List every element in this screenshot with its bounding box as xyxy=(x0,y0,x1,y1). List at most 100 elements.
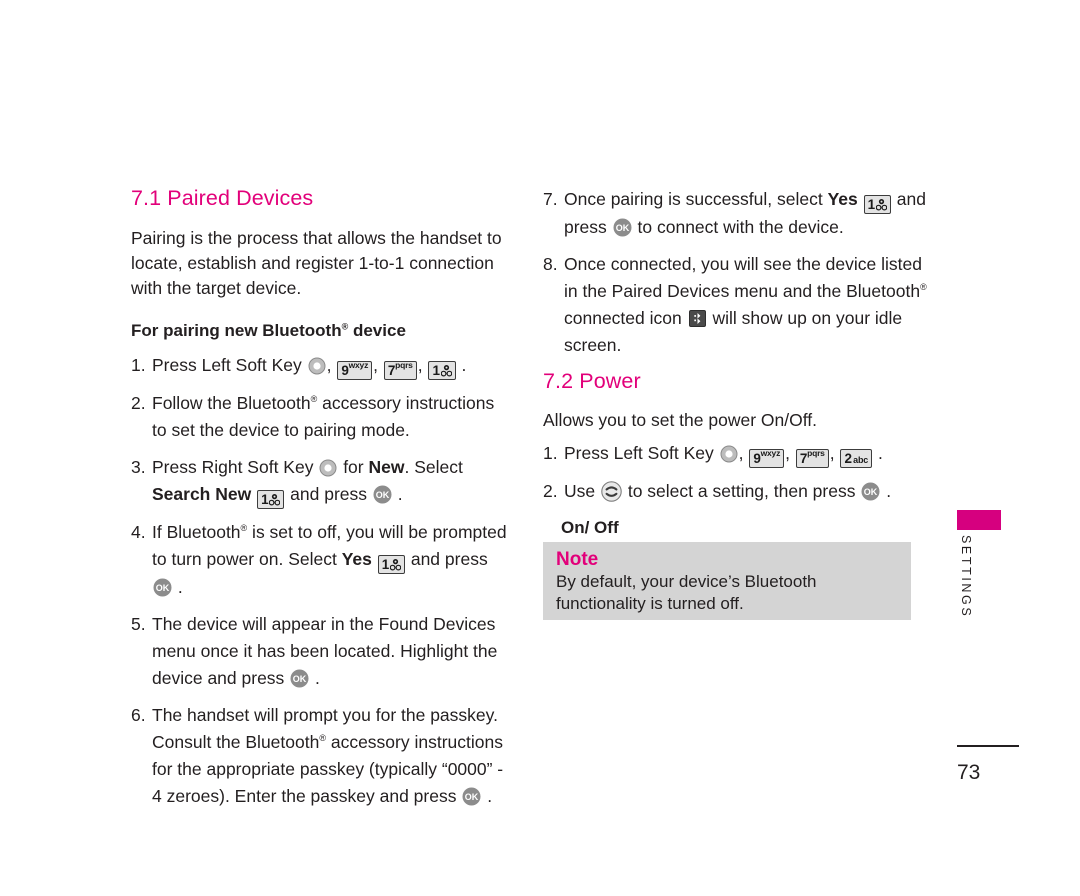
keypad-key-2-icon: 2 abc xyxy=(840,448,873,468)
svg-text:OK: OK xyxy=(864,487,878,497)
list-item: 5. The device will appear in the Found De… xyxy=(131,611,513,692)
paired-devices-intro: Pairing is the process that allows the h… xyxy=(131,227,502,298)
step-text: Press Left Soft Key xyxy=(152,354,307,375)
svg-text:OK: OK xyxy=(615,223,629,233)
list-item: 2. Use to select a setting, then press OK… xyxy=(543,478,933,505)
step-text: Once pairing is successful, select xyxy=(564,189,828,209)
step-text: and press xyxy=(285,483,372,504)
ok-key-icon: OK xyxy=(290,669,309,688)
step-text: . xyxy=(173,576,183,597)
step-number: 2. xyxy=(131,392,146,413)
keypad-key-9-icon: 9wxyz xyxy=(749,449,785,468)
power-intro: Allows you to set the power On/Off. xyxy=(543,409,817,430)
left-column: 7.1 Paired Devices Pairing is the proces… xyxy=(131,186,513,820)
footer-divider xyxy=(957,745,1019,747)
note-box: Note By default, your device’s Bluetooth… xyxy=(543,542,911,620)
power-steps-list: 1. Press Left Soft Key , 9wxyz, 7pqrs, 2a… xyxy=(543,440,933,505)
step-text: , xyxy=(326,354,337,375)
ok-key-icon: OK xyxy=(613,218,632,237)
step-number: 4. xyxy=(131,521,146,542)
step-text: , xyxy=(829,442,840,463)
keypad-key-1-icon: 1 xyxy=(377,554,405,574)
keypad-key-1-icon: 1 xyxy=(257,489,285,509)
step-text: Once connected, you will see the device … xyxy=(564,254,922,301)
step-number: 1. xyxy=(131,354,146,375)
step-number: 2. xyxy=(543,480,558,501)
step-emphasis: Yes xyxy=(341,548,372,569)
section-heading-power: 7.2 Power xyxy=(543,369,641,393)
step-text: . xyxy=(392,483,403,504)
keypad-key-1-icon: 1 xyxy=(863,195,891,214)
list-item: 3. Press Right Soft Key for New. Select S… xyxy=(131,454,513,509)
registered-mark-icon: ® xyxy=(920,282,927,293)
step-text xyxy=(858,189,863,209)
ok-key-icon: OK xyxy=(373,485,392,504)
subheading-pairing-new-device: For pairing new Bluetooth® device xyxy=(131,318,513,343)
step-emphasis: Search New xyxy=(152,483,252,504)
list-item: 8. Once connected, you will see the devic… xyxy=(543,251,933,359)
side-tab-label-settings: SETTINGS xyxy=(959,535,973,619)
step-number: 3. xyxy=(131,456,146,477)
soft-key-icon xyxy=(319,458,337,477)
keypad-key-1-icon: 1 xyxy=(428,360,456,380)
step-text: . xyxy=(456,354,467,375)
step-text: Press Left Soft Key xyxy=(564,442,719,463)
registered-mark-icon: ® xyxy=(319,732,326,743)
step-text: , xyxy=(417,354,428,375)
step-number: 7. xyxy=(543,189,558,209)
step-text: , xyxy=(738,442,749,463)
step-text: to select a setting, then press xyxy=(622,480,861,501)
note-body: By default, your device’s Bluetooth func… xyxy=(556,572,817,613)
step-text: connected icon xyxy=(564,308,687,328)
step-number: 8. xyxy=(543,254,558,274)
keypad-key-7-icon: 7pqrs xyxy=(383,361,417,380)
list-item: 7. Once pairing is successful, select Yes… xyxy=(543,186,933,241)
step-text xyxy=(372,549,377,569)
ok-key-icon: OK xyxy=(861,482,880,501)
pairing-steps-list: 1. Press Left Soft Key , 9wxyz, 7pqrs, 1 … xyxy=(131,352,513,810)
keypad-key-9-icon: 9wxyz xyxy=(337,361,373,380)
step-number: 6. xyxy=(131,704,146,725)
power-options-label: On/ Off xyxy=(561,517,619,537)
soft-key-icon xyxy=(308,356,326,375)
list-item: 4. If Bluetooth® is set to off, you will … xyxy=(131,519,513,601)
step-text: Use xyxy=(564,480,600,501)
note-title: Note xyxy=(556,549,599,570)
step-number: 1. xyxy=(543,442,558,463)
svg-text:OK: OK xyxy=(376,490,390,500)
pairing-steps-continued-list: 7. Once pairing is successful, select Yes… xyxy=(543,186,933,359)
keypad-key-7-icon: 7pqrs xyxy=(795,449,829,468)
step-text: and press xyxy=(405,548,488,569)
step-text: , xyxy=(373,354,383,375)
list-item: 1. Press Left Soft Key , 9wxyz, 7pqrs, 2a… xyxy=(543,440,933,468)
step-text: If Bluetooth xyxy=(152,521,241,542)
step-text: to connect with the device. xyxy=(632,217,844,237)
list-item: 2. Follow the Bluetooth® accessory instru… xyxy=(131,390,513,444)
ok-key-icon: OK xyxy=(153,578,172,597)
step-text xyxy=(251,484,256,504)
step-number: 5. xyxy=(131,613,146,634)
page-number: 73 xyxy=(957,761,981,784)
step-text: . Select xyxy=(404,456,463,477)
ok-key-icon: OK xyxy=(462,787,481,806)
soft-key-icon xyxy=(720,444,738,463)
step-text: . xyxy=(310,667,320,688)
list-item: 6. The handset will prompt you for the pa… xyxy=(131,702,513,810)
step-text: . xyxy=(881,480,892,501)
navigation-up-down-key-icon xyxy=(601,481,622,502)
step-text: , xyxy=(785,442,795,463)
svg-text:OK: OK xyxy=(293,674,307,684)
step-emphasis: New xyxy=(368,456,405,477)
list-item: 1. Press Left Soft Key , 9wxyz, 7pqrs, 1 … xyxy=(131,352,513,380)
manual-page: 7.1 Paired Devices Pairing is the proces… xyxy=(0,0,1080,896)
step-text: for xyxy=(338,456,369,477)
subheading-text: For pairing new Bluetooth xyxy=(131,320,342,340)
step-text: Follow the Bluetooth xyxy=(152,392,311,413)
svg-text:OK: OK xyxy=(465,792,479,802)
subheading-text-suffix: device xyxy=(348,320,406,340)
svg-text:OK: OK xyxy=(156,583,170,593)
step-emphasis: Yes xyxy=(827,189,858,209)
side-tab-color-bar xyxy=(957,510,1001,530)
bluetooth-connected-icon xyxy=(688,308,706,327)
step-text: Press Right Soft Key xyxy=(152,456,319,477)
